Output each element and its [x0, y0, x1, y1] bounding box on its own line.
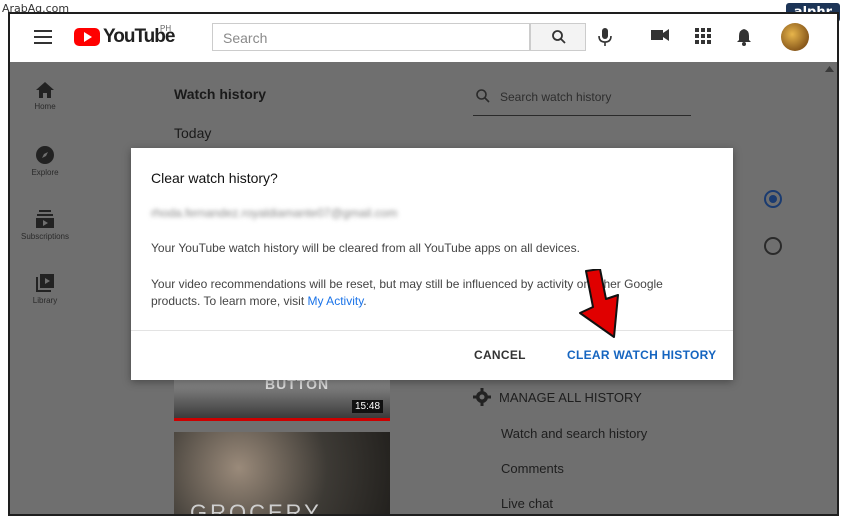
page-title: Watch history — [174, 86, 267, 102]
search-icon — [476, 89, 490, 103]
sidebar-item-library[interactable]: Library — [10, 274, 80, 305]
section-heading: Today — [174, 125, 212, 141]
clear-watch-history-button[interactable]: CLEAR WATCH HISTORY — [567, 348, 716, 362]
dialog-divider — [131, 330, 733, 331]
scroll-up-arrow-icon[interactable] — [825, 66, 834, 72]
region-label: PH — [160, 24, 172, 33]
microphone-icon[interactable] — [598, 28, 612, 46]
history-type-radio-selected[interactable] — [764, 190, 782, 208]
subscriptions-icon — [36, 210, 54, 228]
cancel-button[interactable]: CANCEL — [474, 348, 526, 362]
watch-history-search-input[interactable]: Search watch history — [473, 88, 691, 116]
manage-all-history[interactable]: MANAGE ALL HISTORY — [473, 388, 642, 406]
account-avatar[interactable] — [781, 23, 809, 51]
search-icon — [552, 30, 566, 44]
youtube-play-icon — [74, 28, 100, 46]
top-bar: YouTube PH Search — [10, 14, 837, 62]
my-activity-link[interactable]: My Activity — [308, 294, 364, 308]
history-link[interactable]: Watch and search history — [501, 426, 647, 441]
create-video-icon[interactable] — [651, 28, 669, 42]
sidebar-item-subscriptions[interactable]: Subscriptions — [10, 210, 80, 241]
library-icon — [36, 274, 54, 292]
home-icon — [36, 82, 54, 98]
search-button[interactable] — [530, 23, 586, 51]
annotation-arrow-icon — [579, 269, 619, 338]
gear-icon — [473, 388, 491, 406]
sidebar: Home Explore Subscriptions Library — [10, 62, 80, 514]
account-email: rhoda.fernandez.royaldiamante07@gmail.co… — [151, 206, 398, 220]
scrollbar[interactable] — [823, 62, 837, 514]
sidebar-item-label: Home — [34, 102, 56, 111]
thumbnail-overlay-text: GROCERY — [190, 500, 322, 514]
history-type-radio[interactable] — [764, 237, 782, 255]
sidebar-item-home[interactable]: Home — [10, 82, 80, 111]
sidebar-item-explore[interactable]: Explore — [10, 146, 80, 177]
dialog-title: Clear watch history? — [151, 170, 278, 186]
sidebar-item-label: Library — [32, 296, 58, 305]
sidebar-item-label: Explore — [31, 168, 59, 177]
browser-frame: YouTube PH Search Home Explore Subscript… — [8, 12, 839, 516]
dialog-message-end: . — [363, 294, 367, 308]
search-input[interactable]: Search — [212, 23, 530, 51]
compass-icon — [36, 146, 54, 164]
hamburger-menu-icon[interactable] — [34, 30, 52, 44]
search-placeholder: Search watch history — [500, 90, 612, 104]
notifications-bell-icon[interactable] — [736, 28, 752, 46]
dialog-message: Your YouTube watch history will be clear… — [151, 241, 580, 255]
video-duration-badge: 15:48 — [352, 400, 384, 413]
sidebar-item-label: Subscriptions — [20, 232, 70, 241]
clear-history-dialog: Clear watch history? rhoda.fernandez.roy… — [131, 148, 733, 380]
manage-history-label: MANAGE ALL HISTORY — [499, 389, 642, 405]
history-link[interactable]: Comments — [501, 461, 564, 476]
history-link[interactable]: Live chat — [501, 496, 553, 511]
apps-grid-icon[interactable] — [695, 28, 711, 44]
